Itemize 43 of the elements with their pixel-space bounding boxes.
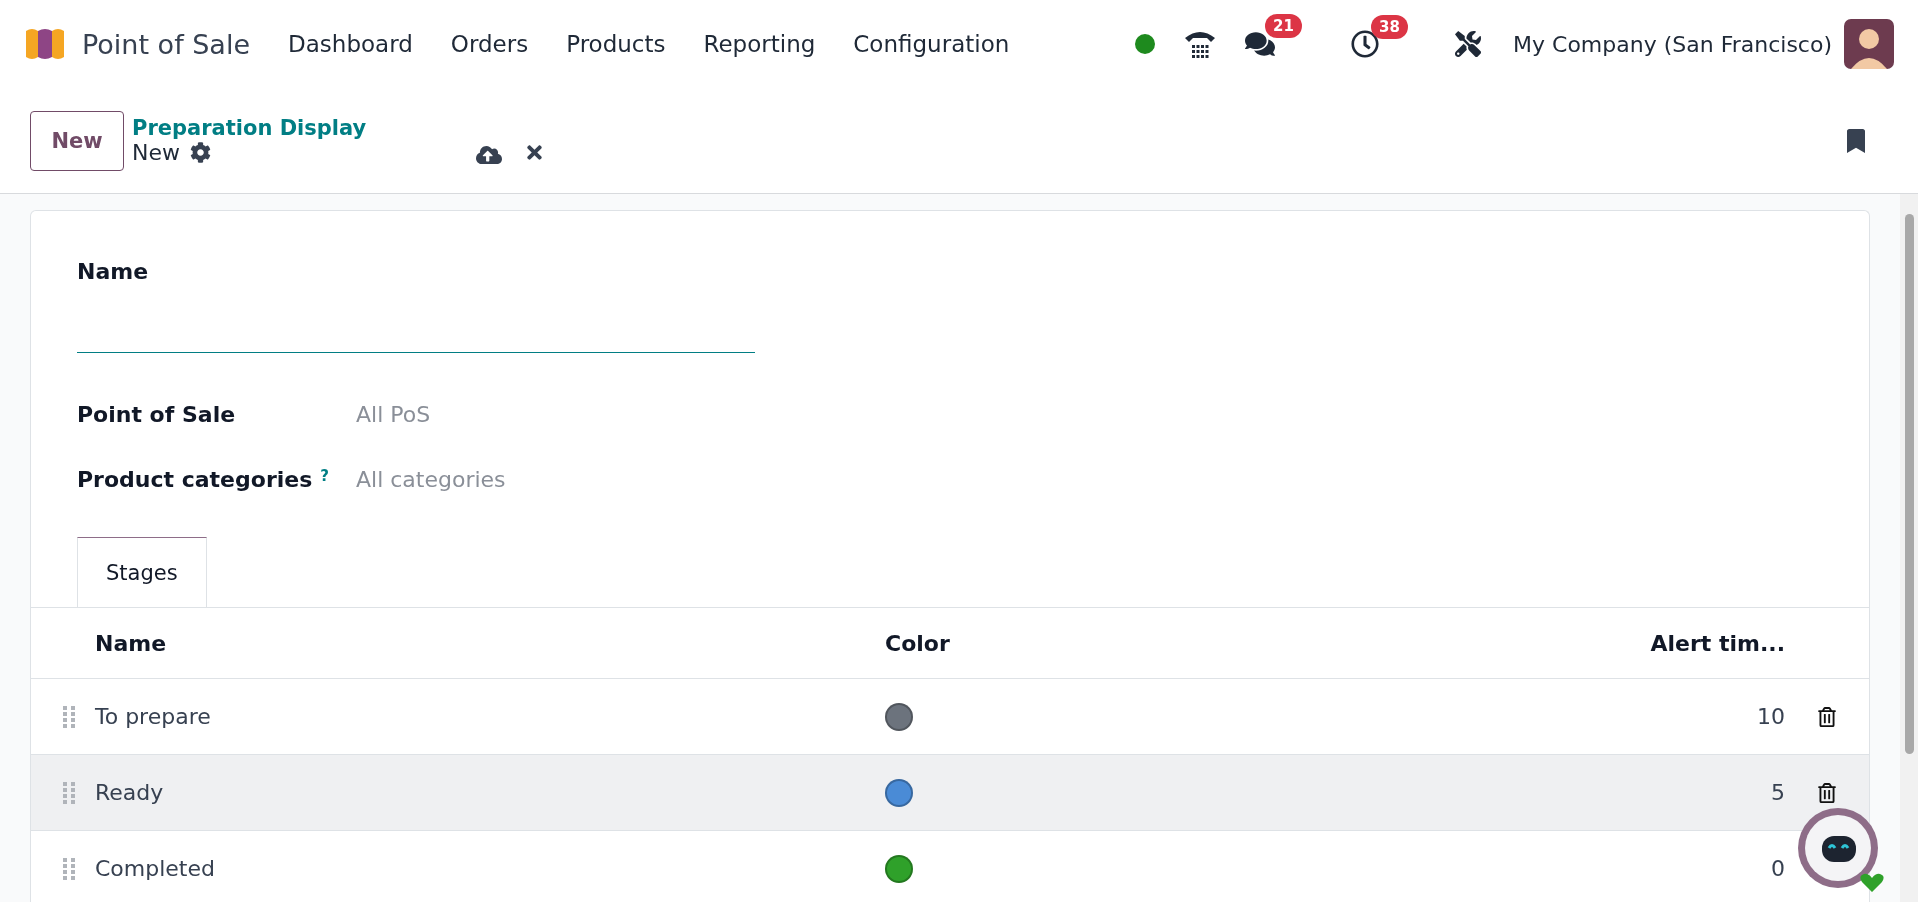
color-swatch[interactable] <box>885 778 913 807</box>
scrollbar[interactable] <box>1900 194 1918 902</box>
drag-handle-icon[interactable] <box>62 857 76 880</box>
tab[interactable]: Stages <box>77 537 207 607</box>
table-cell-text: To prepare <box>95 704 212 729</box>
table-cell-text: Completed <box>95 856 216 881</box>
column-header: Color <box>885 630 950 656</box>
breadcrumb-link[interactable]: Preparation Display <box>132 116 367 140</box>
delete-icon[interactable] <box>1817 706 1837 727</box>
table-cell: 0 <box>1771 856 1785 881</box>
chat-icon[interactable] <box>1245 29 1276 59</box>
new-button[interactable]: New <box>30 110 124 171</box>
delete-icon[interactable] <box>1817 782 1837 803</box>
menu-item[interactable]: Configuration <box>853 31 1010 57</box>
record-title: New <box>132 140 180 165</box>
field-label: Name <box>77 259 150 284</box>
app-logo-icon[interactable] <box>24 27 66 61</box>
help-icon[interactable]: ? <box>320 467 329 485</box>
settings-icon[interactable] <box>190 142 211 163</box>
column-header: Name <box>95 630 168 656</box>
clock-icon[interactable] <box>1351 30 1380 58</box>
field-label: Point of Sale <box>77 402 236 427</box>
menu-item[interactable]: Orders <box>450 31 529 57</box>
column-header: Alert tim... <box>1650 630 1785 656</box>
tools-icon[interactable] <box>1455 31 1482 57</box>
drag-handle-icon[interactable] <box>62 781 76 804</box>
count-badge: 38 <box>1371 15 1408 39</box>
color-swatch[interactable] <box>885 854 913 883</box>
avatar[interactable] <box>1844 19 1894 69</box>
menu-item[interactable]: Products <box>566 31 666 57</box>
table-cell-text: Ready <box>95 780 165 805</box>
bookmark-icon[interactable] <box>1844 128 1868 153</box>
field-label: Product categories <box>77 467 313 492</box>
color-swatch[interactable] <box>885 702 913 731</box>
menu-item[interactable]: Dashboard <box>288 31 413 57</box>
count-badge: 21 <box>1265 14 1302 38</box>
drag-handle-icon[interactable] <box>62 705 76 728</box>
status-dot-icon <box>1135 34 1156 54</box>
menu-item[interactable]: Reporting <box>703 31 816 57</box>
app-title: Point of Sale <box>82 28 251 60</box>
company-switcher[interactable]: My Company (San Francisco) <box>1513 31 1832 57</box>
table-cell: 10 <box>1757 704 1785 729</box>
table-cell: 5 <box>1771 780 1785 805</box>
